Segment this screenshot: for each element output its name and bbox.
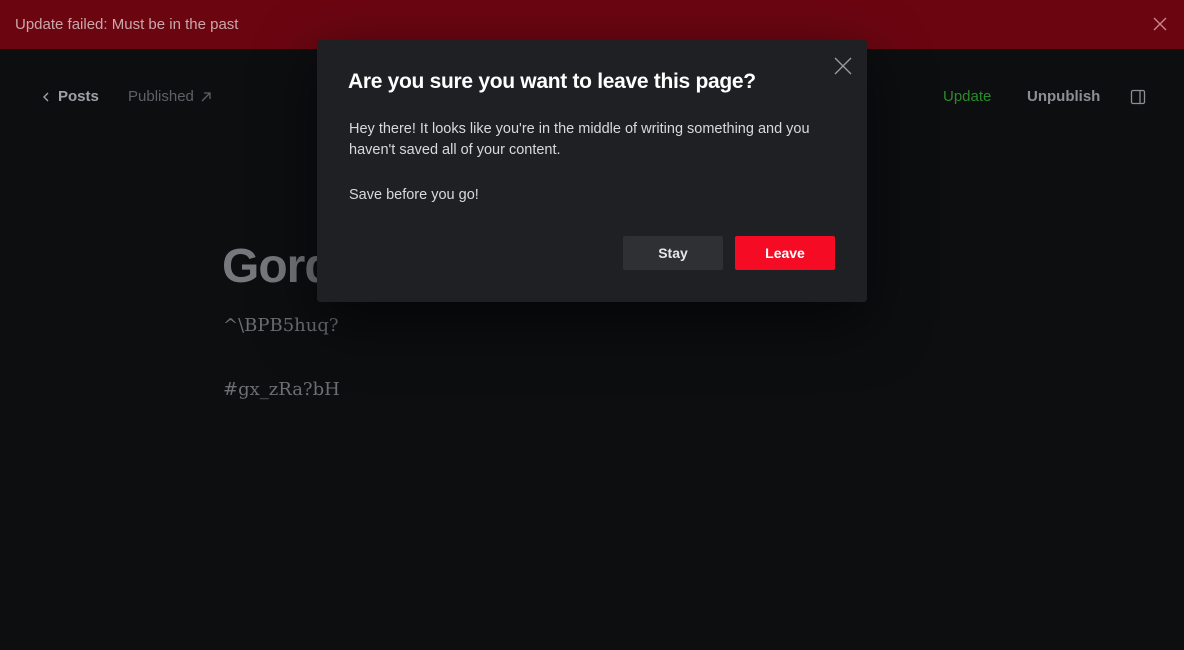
- post-paragraph[interactable]: ^\BPB5huq?: [223, 315, 339, 336]
- leave-button[interactable]: Leave: [735, 236, 835, 270]
- published-link[interactable]: Published: [128, 88, 212, 105]
- modal-title: Are you sure you want to leave this page…: [348, 70, 756, 93]
- modal-message: Hey there! It looks like you're in the m…: [349, 121, 810, 158]
- post-paragraph[interactable]: #gx_zRa?bH: [223, 379, 340, 400]
- close-icon[interactable]: [1152, 16, 1168, 32]
- modal-message: Save before you go!: [349, 187, 479, 203]
- chevron-left-icon: [43, 92, 49, 101]
- error-message: Update failed: Must be in the past: [15, 16, 239, 33]
- modal-body: Hey there! It looks like you're in the m…: [349, 119, 849, 206]
- leave-page-modal: Are you sure you want to leave this page…: [317, 40, 867, 302]
- unpublish-button[interactable]: Unpublish: [1027, 88, 1100, 105]
- stay-button[interactable]: Stay: [623, 236, 723, 270]
- arrow-up-right-icon: [201, 91, 211, 101]
- sidebar-toggle-icon[interactable]: [1130, 89, 1146, 105]
- back-to-posts-link[interactable]: Posts: [42, 88, 99, 105]
- status-label: Published: [128, 88, 194, 105]
- back-label: Posts: [58, 88, 99, 105]
- close-icon[interactable]: [834, 57, 852, 75]
- update-button[interactable]: Update: [943, 88, 991, 105]
